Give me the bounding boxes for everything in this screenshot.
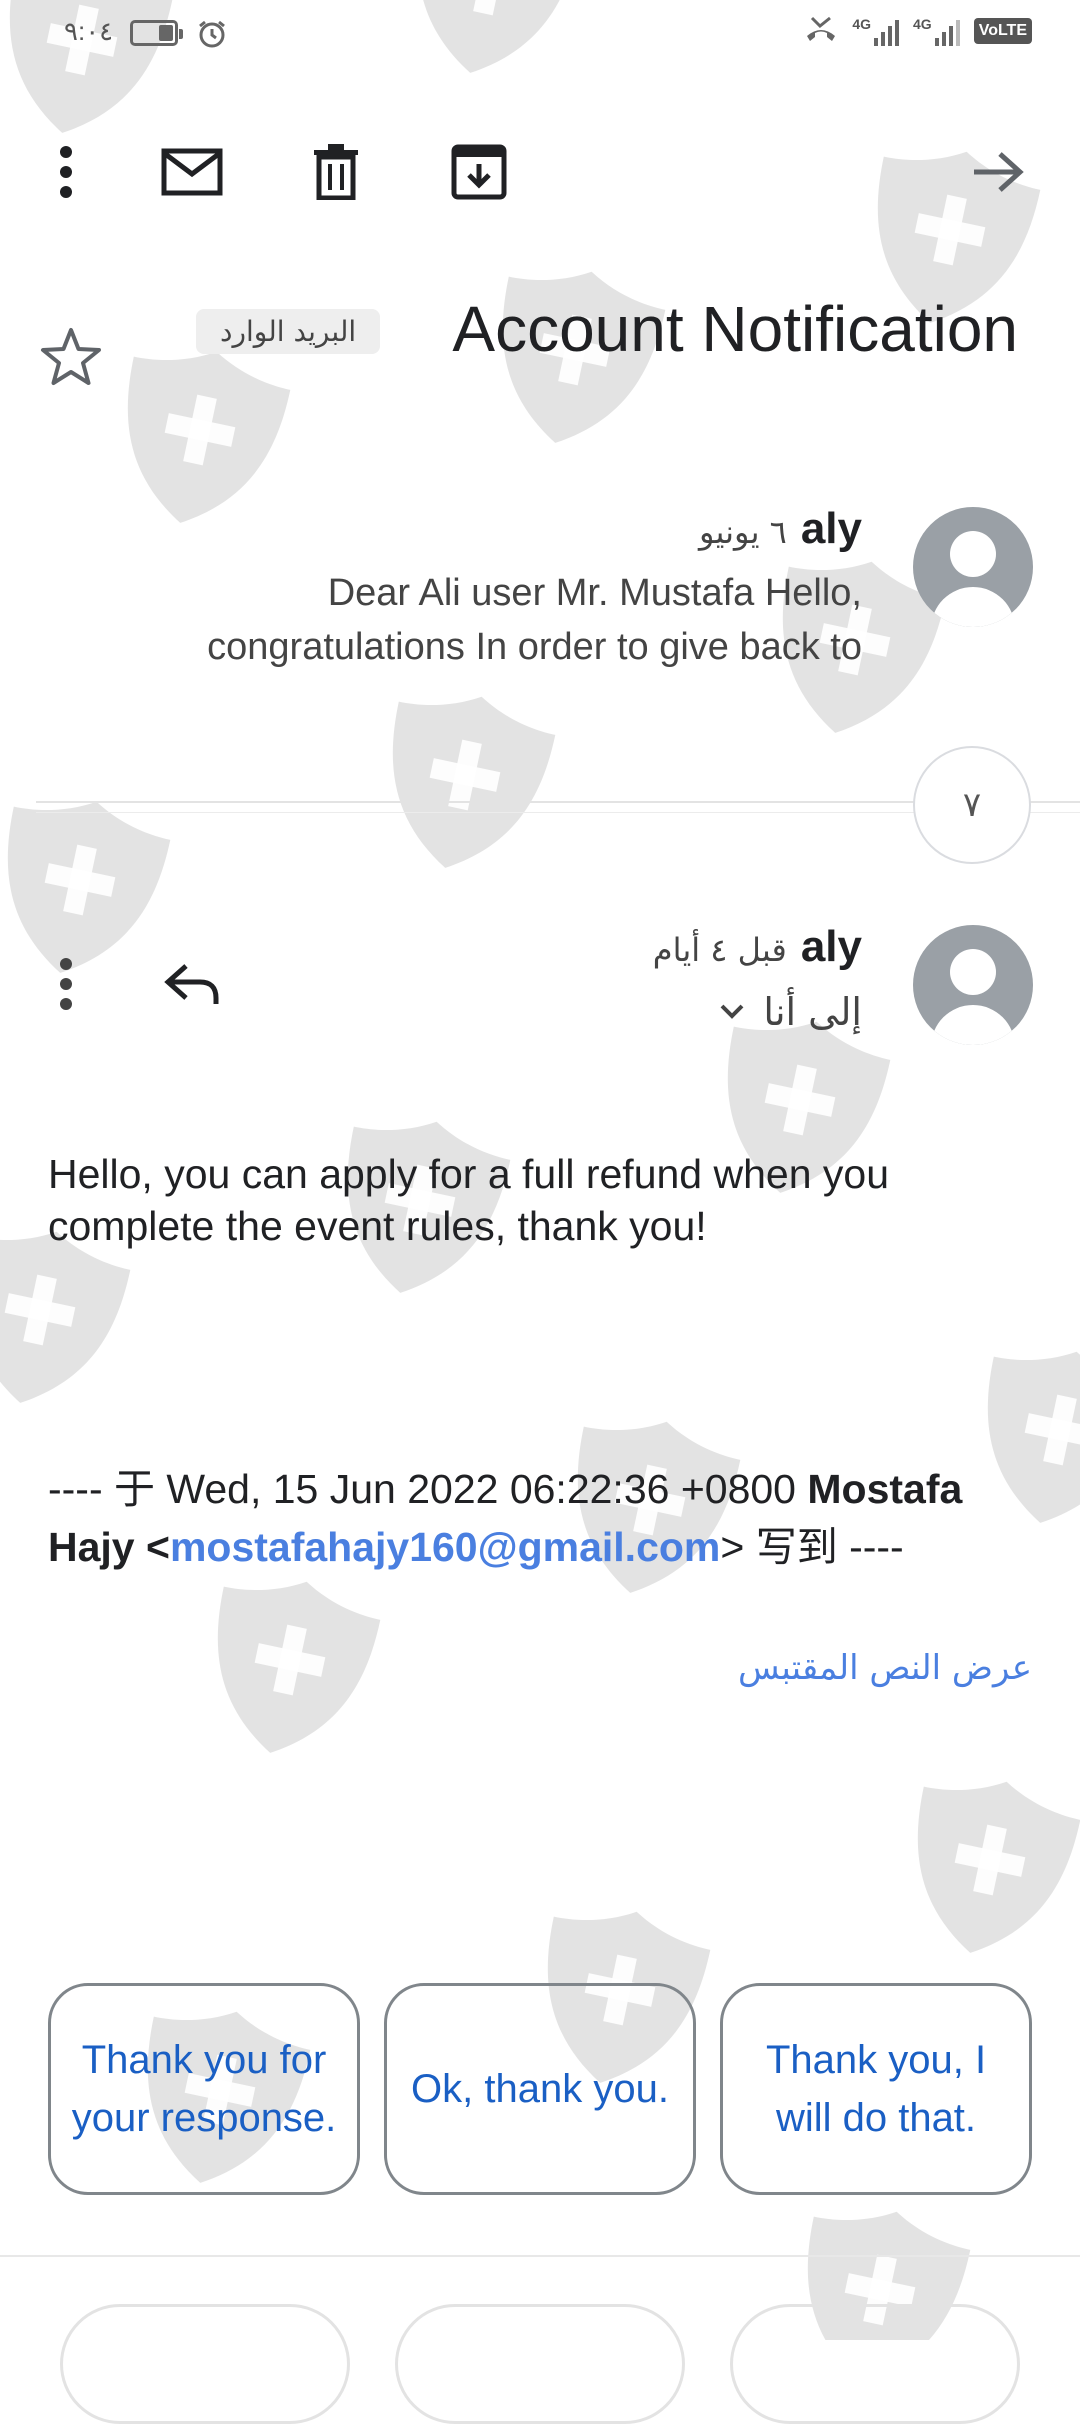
smart-reply-chip[interactable]: Ok, thank you. xyxy=(384,1983,696,2195)
delete-icon xyxy=(314,144,358,200)
quote-header: ---- 于 Wed, 15 Jun 2022 06:22:36 +0800 M… xyxy=(48,1460,1038,1576)
volte-badge: VoLTE xyxy=(973,18,1032,44)
message-2-sender: aly xyxy=(800,922,862,971)
reply-button[interactable] xyxy=(160,952,224,1016)
status-indicators: 4G 4G VoLTE xyxy=(804,16,1032,46)
more-vert-icon xyxy=(60,958,72,1010)
mark-unread-button[interactable] xyxy=(160,140,224,204)
chevron-down-icon xyxy=(720,1004,744,1019)
quote-lt: < xyxy=(134,1524,170,1570)
archive-button[interactable] xyxy=(447,140,511,204)
snippet-line: congratulations In order to give back to xyxy=(207,626,862,668)
recipient-details-toggle[interactable]: إلى أنا xyxy=(719,990,862,1034)
message-2-date: قبل ٤ أيام xyxy=(652,931,787,969)
quote-email-link[interactable]: mostafahajy160@gmail.com xyxy=(170,1524,720,1570)
collapsed-messages-count[interactable]: ٧ xyxy=(913,746,1031,864)
status-time: ٩:٠٤ xyxy=(64,16,114,46)
quote-suffix: > 写到 ---- xyxy=(720,1524,904,1570)
next-button[interactable] xyxy=(966,140,1030,204)
show-quoted-text-link[interactable]: عرض النص المقتبس xyxy=(738,1648,1032,1688)
sender-avatar[interactable] xyxy=(913,925,1033,1045)
delete-button[interactable] xyxy=(304,140,368,204)
inbox-label-chip[interactable]: البريد الوارد xyxy=(196,309,381,354)
forward-arrow-icon xyxy=(974,152,1024,192)
quote-prefix: ---- 于 Wed, 15 Jun 2022 06:22:36 +0800 xyxy=(48,1466,808,1512)
smart-reply-chip[interactable]: Thank you, I will do that. xyxy=(720,1983,1032,2195)
forward-action-button[interactable] xyxy=(730,2304,1020,2424)
message-body: Hello, you can apply for a full refund w… xyxy=(48,1151,890,1249)
message-1-sender: aly xyxy=(800,504,862,553)
star-button[interactable] xyxy=(40,326,102,391)
email-subject: Account Notification xyxy=(452,293,1018,365)
battery-icon xyxy=(130,20,183,46)
reply-action-button[interactable] xyxy=(60,2304,350,2424)
snippet-line: Dear Ali user Mr. Mustafa Hello, xyxy=(327,572,862,614)
bottom-divider xyxy=(0,2255,1080,2257)
smart-reply-chip[interactable]: Thank you for your response. xyxy=(48,1983,360,2195)
more-options-button[interactable] xyxy=(34,140,98,204)
network-type-a: 4G xyxy=(852,16,872,32)
message-more-button[interactable] xyxy=(34,952,98,1016)
signal-2: 4G xyxy=(913,16,960,46)
more-vert-icon xyxy=(60,146,72,198)
signal-1: 4G xyxy=(852,16,900,46)
message-1-date: ٦ يونيو xyxy=(698,513,787,551)
reply-all-action-button[interactable] xyxy=(395,2304,685,2424)
message-1-snippet[interactable]: Dear Ali user Mr. Mustafa Hello, congrat… xyxy=(42,566,862,674)
mail-icon xyxy=(161,148,223,196)
reply-icon xyxy=(164,964,219,1004)
archive-icon xyxy=(451,144,507,200)
alarm-icon xyxy=(196,18,228,55)
star-icon xyxy=(41,328,101,385)
message-2-header[interactable]: قبل ٤ أيام aly xyxy=(653,922,862,972)
network-type-b: 4G xyxy=(913,16,932,32)
message-1-header[interactable]: ٦ يونيو aly xyxy=(699,504,862,554)
recipient-label: إلى أنا xyxy=(763,990,862,1034)
sender-avatar[interactable] xyxy=(913,507,1033,627)
missed-call-icon xyxy=(807,16,836,41)
